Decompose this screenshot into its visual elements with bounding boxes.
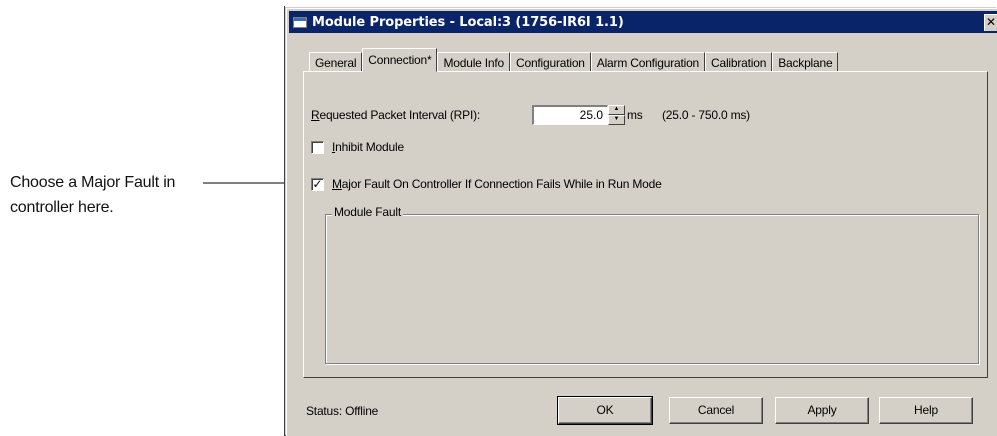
rpi-range: (25.0 - 750.0 ms) [662, 108, 750, 122]
spin-down-icon[interactable]: ▼ [608, 115, 625, 125]
help-button[interactable]: Help [879, 397, 973, 424]
major-fault-label-text: ajor Fault On Controller If Connection F… [341, 177, 662, 191]
major-fault-label: Major Fault On Controller If Connection … [332, 177, 662, 191]
rpi-label: Requested Packet Interval (RPI): [311, 108, 480, 122]
inhibit-module-label: Inhibit Module [332, 140, 404, 154]
rpi-label-text: equested Packet Interval (RPI): [319, 108, 481, 122]
tab-alarm-configuration[interactable]: Alarm Configuration [590, 52, 706, 72]
tab-general[interactable]: General [309, 52, 363, 72]
window-icon [293, 16, 307, 28]
apply-button[interactable]: Apply [775, 397, 869, 424]
tab-module-info[interactable]: Module Info [437, 52, 510, 72]
tab-connection[interactable]: Connection* [362, 48, 438, 72]
close-button[interactable]: ✕ [984, 14, 997, 31]
tab-strip: General Connection* Module Info Configur… [309, 48, 839, 72]
title-bar[interactable]: Module Properties - Local:3 (1756-IR6I 1… [289, 11, 997, 33]
ok-button[interactable]: OK [557, 396, 653, 425]
inhibit-module-checkbox[interactable] [311, 141, 324, 154]
module-fault-groupbox [325, 214, 979, 364]
inhibit-label-text: nhibit Module [335, 140, 404, 154]
window-shadow-edge [284, 6, 285, 436]
window-title: Module Properties - Local:3 (1756-IR6I 1… [312, 14, 624, 30]
major-fault-checkbox[interactable]: ✓ [311, 178, 324, 191]
tab-calibration[interactable]: Calibration [705, 52, 773, 72]
module-fault-label: Module Fault [332, 205, 403, 219]
cancel-button[interactable]: Cancel [669, 397, 763, 424]
major-fault-label-key: M [332, 177, 342, 191]
tab-configuration[interactable]: Configuration [510, 52, 591, 72]
rpi-unit: ms [627, 108, 643, 122]
rpi-input[interactable]: 25.0 [532, 105, 608, 125]
spin-up-icon[interactable]: ▲ [608, 105, 625, 115]
rpi-spinner[interactable]: ▲ ▼ [608, 105, 625, 125]
status-text: Status: Offline [306, 404, 379, 418]
tab-backplane[interactable]: Backplane [772, 52, 839, 72]
